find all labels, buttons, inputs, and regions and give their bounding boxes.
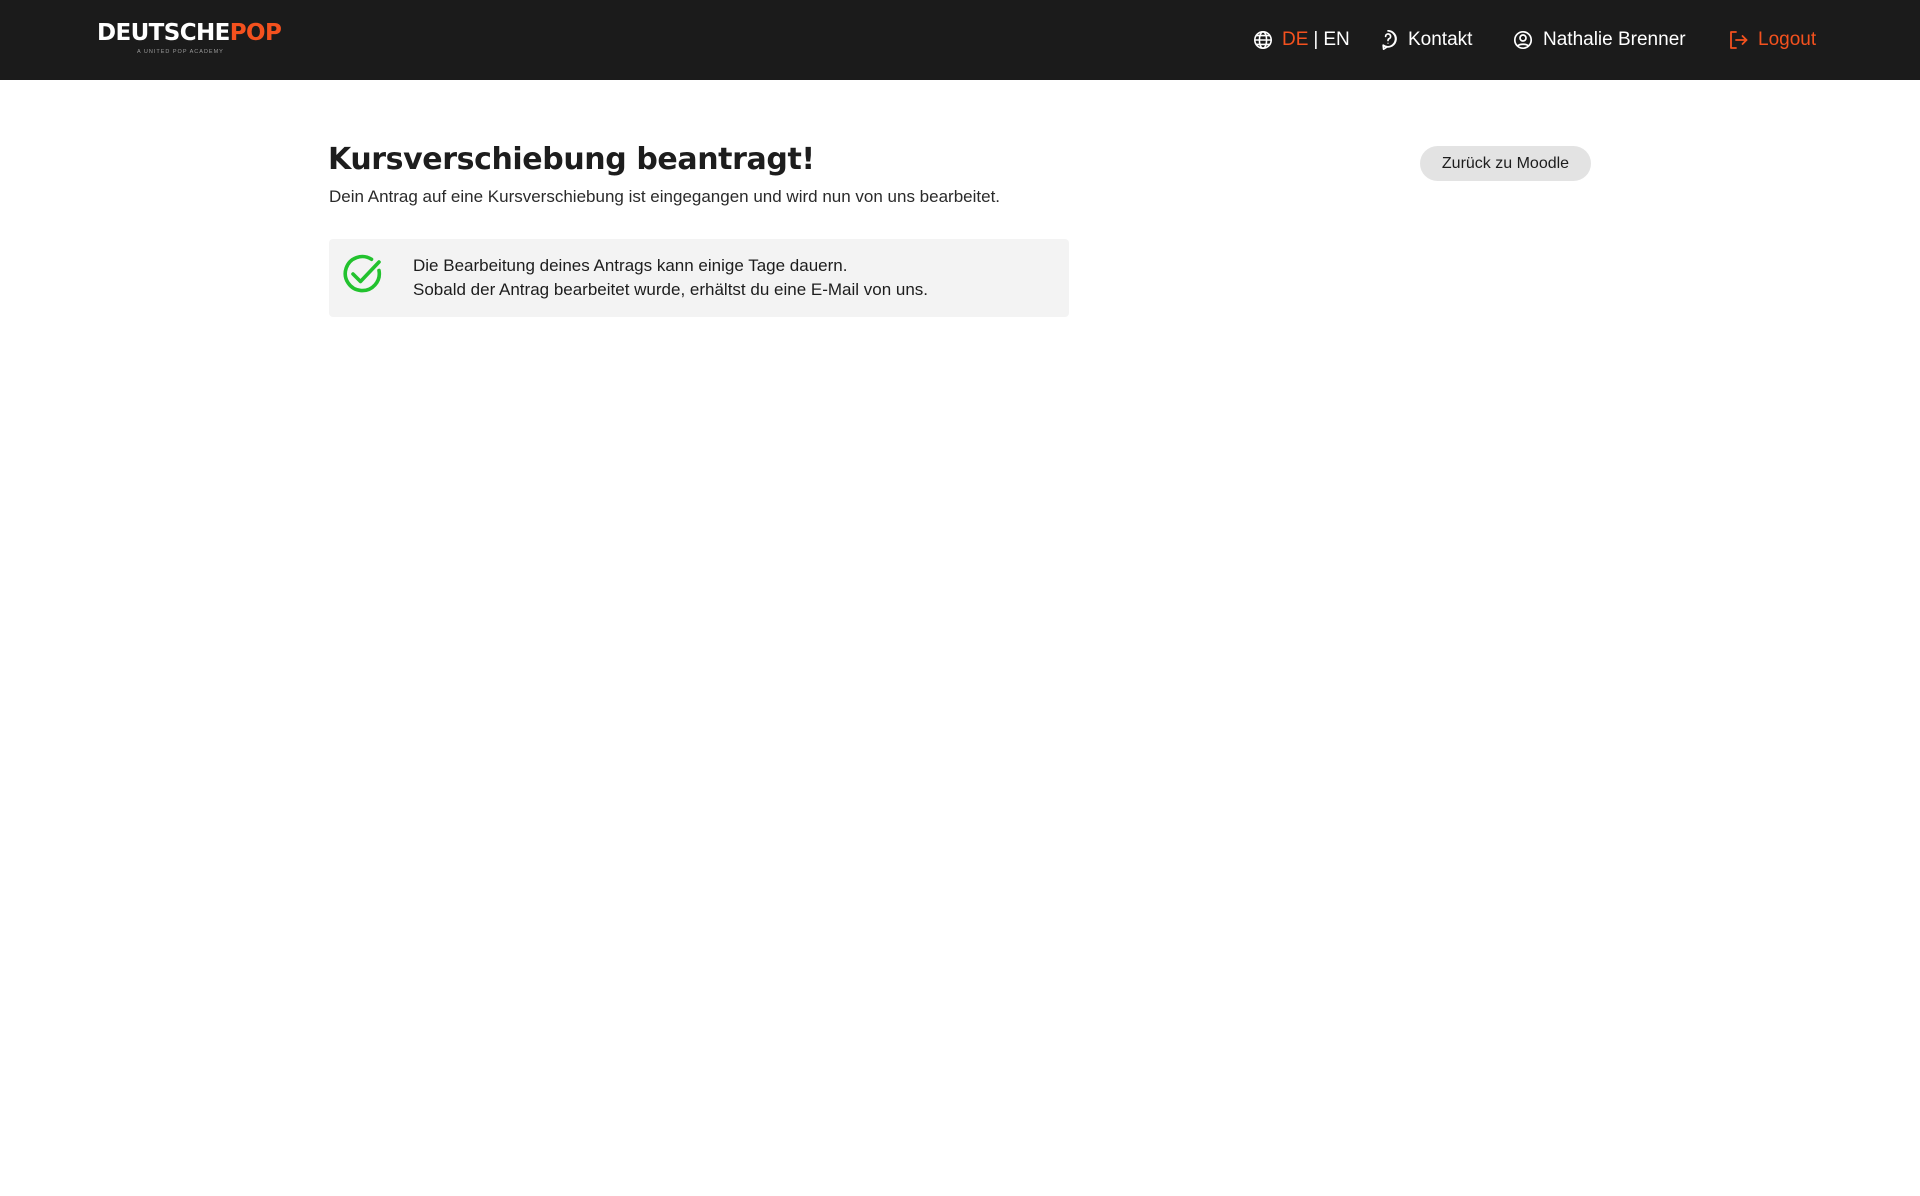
page-subtitle: Dein Antrag auf eine Kursverschiebung is… [329, 187, 1001, 206]
language-de-link[interactable]: DE [1282, 29, 1308, 51]
check-circle-icon [342, 253, 384, 295]
globe-icon [1253, 30, 1273, 50]
language-en-link[interactable]: EN [1323, 29, 1349, 51]
language-switcher: DE | EN [1253, 24, 1350, 56]
info-text-line-2: Sobald der Antrag bearbeitet wurde, erhä… [413, 280, 929, 299]
logout-link[interactable]: Logout [1728, 24, 1816, 56]
back-to-moodle-button[interactable]: Zurück zu Moodle [1420, 146, 1591, 181]
user-profile-link[interactable]: Nathalie Brenner [1513, 24, 1686, 56]
question-circle-icon [1378, 29, 1408, 51]
logo-wordmark-pop: POP [229, 20, 282, 46]
logout-icon [1728, 30, 1758, 50]
user-circle-icon [1513, 30, 1543, 50]
logo-wordmark: DEUTSCHEPOP [97, 20, 283, 46]
top-navigation-bar: DEUTSCHEPOP A UNITED POP ACADEMY DE | EN… [0, 0, 1920, 80]
page-title: Kursverschiebung beantragt! [328, 142, 815, 177]
deutsche-pop-logo[interactable]: DEUTSCHEPOP A UNITED POP ACADEMY [97, 20, 283, 60]
logo-wordmark-deutsche: DEUTSCHE [97, 20, 230, 46]
info-text-line-1: Die Bearbeitung deines Antrags kann eini… [413, 256, 848, 275]
contact-label: Kontakt [1408, 29, 1473, 50]
logout-label: Logout [1758, 29, 1817, 50]
user-name: Nathalie Brenner [1543, 29, 1686, 50]
contact-link[interactable]: Kontakt [1378, 24, 1472, 56]
info-notice: Die Bearbeitung deines Antrags kann eini… [329, 239, 1069, 317]
language-separator: | [1313, 29, 1319, 50]
logo-tagline: A UNITED POP ACADEMY [137, 49, 224, 55]
